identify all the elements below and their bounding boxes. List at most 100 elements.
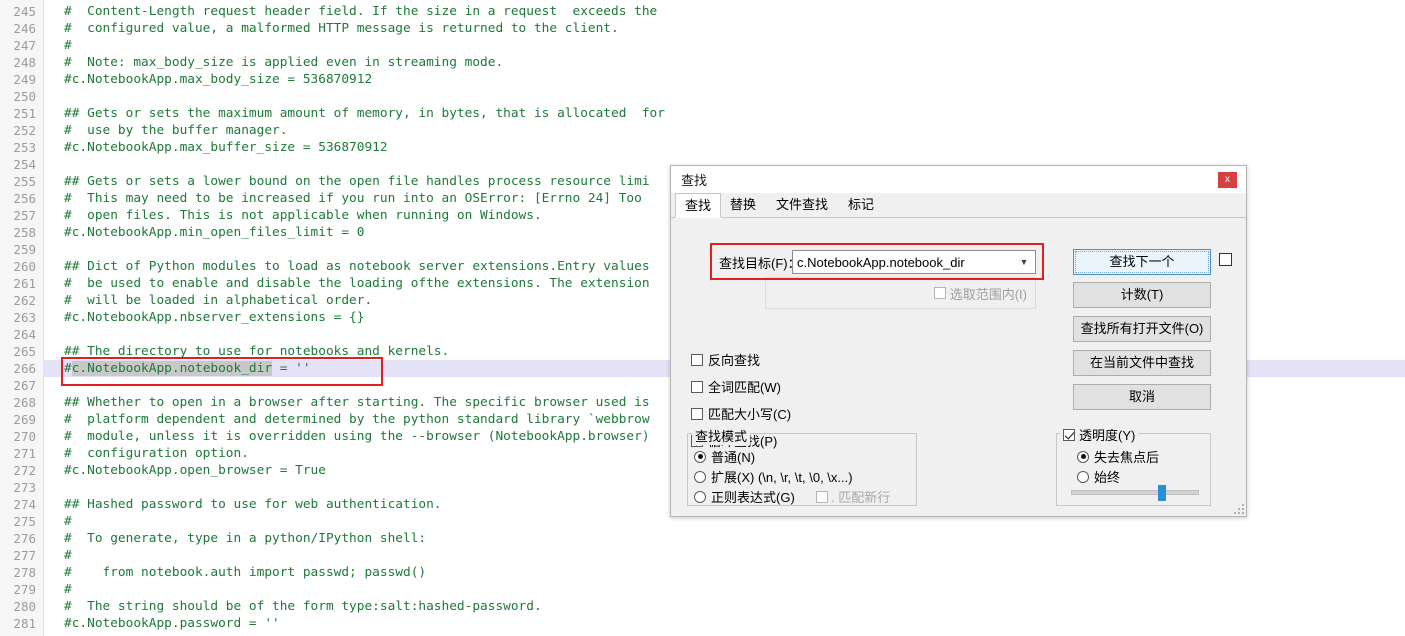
- line-number: 278: [13, 565, 36, 580]
- line-number: 264: [13, 327, 36, 342]
- checkbox-label-option-1: 全词匹配(W): [708, 380, 781, 395]
- line-number: 254: [13, 157, 36, 172]
- checkbox-box-transparency: [1063, 428, 1075, 441]
- code-line: ## Gets or sets the maximum amount of me…: [64, 106, 665, 121]
- checkbox-box-option-1: [691, 380, 703, 393]
- count-button[interactable]: 计数(T): [1073, 282, 1211, 308]
- chevron-down-icon[interactable]: ▼: [1013, 251, 1035, 273]
- radio-label-regex: 正则表达式(G): [711, 490, 795, 505]
- checkbox-transparency[interactable]: 透明度(Y): [1060, 425, 1139, 444]
- radio-on-losing-focus[interactable]: 失去焦点后: [1077, 447, 1159, 466]
- tab-1[interactable]: 替换: [721, 193, 765, 218]
- checkbox-label-transparency: 透明度(Y): [1079, 428, 1136, 443]
- radio-dot-always: [1077, 470, 1089, 483]
- code-line: # from notebook.auth import passwd; pass…: [64, 565, 427, 580]
- cancel-button[interactable]: 取消: [1073, 384, 1211, 410]
- line-number: 274: [13, 497, 36, 512]
- find-next-button[interactable]: 查找下一个: [1073, 249, 1211, 275]
- checkbox-option-1[interactable]: 全词匹配(W): [691, 377, 791, 396]
- line-number: 268: [13, 395, 36, 410]
- checkbox-box-option-2: [691, 407, 703, 420]
- checkbox-box-option-0: [691, 353, 703, 366]
- code-line: # To generate, type in a python/IPython …: [64, 531, 427, 546]
- find-target-combobox[interactable]: ▼: [792, 250, 1036, 274]
- radio-mode-regex[interactable]: 正则表达式(G): [694, 487, 795, 506]
- checkbox-option-2[interactable]: 匹配大小写(C): [691, 404, 791, 423]
- line-number: 261: [13, 276, 36, 291]
- tab-2[interactable]: 文件查找: [767, 193, 837, 218]
- dialog-tabs[interactable]: 查找 替换 文件查找 标记: [671, 193, 1246, 218]
- line-number: 258: [13, 225, 36, 240]
- code-line: #: [64, 582, 72, 597]
- checkbox-extra-toggle[interactable]: [1219, 253, 1232, 266]
- code-line: #c.NotebookApp.password = '': [64, 616, 280, 631]
- line-number: 250: [13, 89, 36, 104]
- line-number: 281: [13, 616, 36, 631]
- code-line: #c.NotebookApp.max_buffer_size = 5368709…: [64, 140, 388, 155]
- radio-label-normal: 普通(N): [711, 450, 756, 465]
- tab-0[interactable]: 查找: [675, 193, 722, 218]
- line-number: 251: [13, 106, 36, 121]
- radio-label-always: 始终: [1094, 470, 1121, 485]
- checkbox-match-newline[interactable]: . 匹配新行: [816, 487, 890, 506]
- selected-text: c.NotebookApp.notebook_dir: [71, 361, 273, 376]
- line-number: 253: [13, 140, 36, 155]
- transparency-slider-thumb[interactable]: [1158, 485, 1166, 501]
- line-number: 259: [13, 242, 36, 257]
- line-number: 248: [13, 55, 36, 70]
- checkbox-in-selection[interactable]: 选取范围内(I): [933, 284, 1027, 303]
- line-number: 267: [13, 378, 36, 393]
- line-number: 271: [13, 446, 36, 461]
- close-icon[interactable]: x: [1218, 172, 1237, 188]
- line-number: 265: [13, 344, 36, 359]
- line-number: 246: [13, 21, 36, 36]
- line-number: 262: [13, 293, 36, 308]
- line-number: 270: [13, 429, 36, 444]
- transparency-group[interactable]: 透明度(Y) 失去焦点后 始终: [1056, 425, 1211, 506]
- radio-label-extended: 扩展(X) (\n, \r, \t, \0, \x...): [711, 470, 853, 485]
- checkbox-box-match-newline: [816, 490, 828, 503]
- checkbox-label-option-0: 反向查找: [708, 353, 761, 368]
- radio-dot-on-losing-focus: [1077, 450, 1089, 463]
- search-input[interactable]: [793, 253, 1013, 271]
- line-number: 252: [13, 123, 36, 138]
- find-target-label: 查找目标(F)：: [719, 255, 801, 271]
- dialog-titlebar[interactable]: 查找 x: [671, 166, 1246, 193]
- transparency-slider[interactable]: [1071, 485, 1199, 501]
- line-number: 272: [13, 463, 36, 478]
- resize-grip[interactable]: [1232, 502, 1244, 514]
- checkbox-box-in-selection: [933, 287, 946, 299]
- code-line: # Note: max_body_size is applied even in…: [64, 55, 504, 70]
- find-all-current-file-button[interactable]: 在当前文件中查找: [1073, 350, 1211, 376]
- line-number: 247: [13, 38, 36, 53]
- find-mode-group[interactable]: 查找模式 普通(N) 扩展(X) (\n, \r, \t, \0, \x...)…: [687, 426, 917, 506]
- checkbox-option-0[interactable]: 反向查找: [691, 350, 791, 369]
- line-number: 263: [13, 310, 36, 325]
- line-number: 275: [13, 514, 36, 529]
- dialog-body: 查找替换文件查找标记 查找目标(F)： ▼ 选取范围内(I) 反向查找全词匹配(…: [671, 193, 1246, 516]
- line-number: 276: [13, 531, 36, 546]
- find-all-open-files-button[interactable]: 查找所有打开文件(O): [1073, 316, 1211, 342]
- code-line: # Content-Length request header field. I…: [64, 4, 658, 19]
- line-number: 260: [13, 259, 36, 274]
- radio-mode-normal[interactable]: 普通(N): [694, 447, 755, 466]
- radio-label-on-losing-focus: 失去焦点后: [1094, 450, 1160, 465]
- code-line: # configured value, a malformed HTTP mes…: [64, 21, 619, 36]
- line-number: 249: [13, 72, 36, 87]
- line-number: 269: [13, 412, 36, 427]
- code-line: # The string should be of the form type:…: [64, 599, 542, 614]
- checkbox-label-in-selection: 选取范围内(I): [949, 286, 1027, 302]
- tab-3[interactable]: 标记: [839, 193, 883, 218]
- line-number: 277: [13, 548, 36, 563]
- find-dialog[interactable]: 查找 x 查找替换文件查找标记 查找目标(F)： ▼ 选取范围内(I) 反向查找…: [670, 165, 1247, 517]
- radio-dot-regex: [694, 490, 706, 503]
- line-number: 279: [13, 582, 36, 597]
- checkbox-label-match-newline: . 匹配新行: [831, 490, 891, 505]
- line-number: 266: [13, 361, 36, 376]
- radio-always[interactable]: 始终: [1077, 467, 1120, 486]
- line-number: 273: [13, 480, 36, 495]
- line-number: 256: [13, 191, 36, 206]
- line-number: 257: [13, 208, 36, 223]
- radio-mode-extended[interactable]: 扩展(X) (\n, \r, \t, \0, \x...): [694, 467, 853, 486]
